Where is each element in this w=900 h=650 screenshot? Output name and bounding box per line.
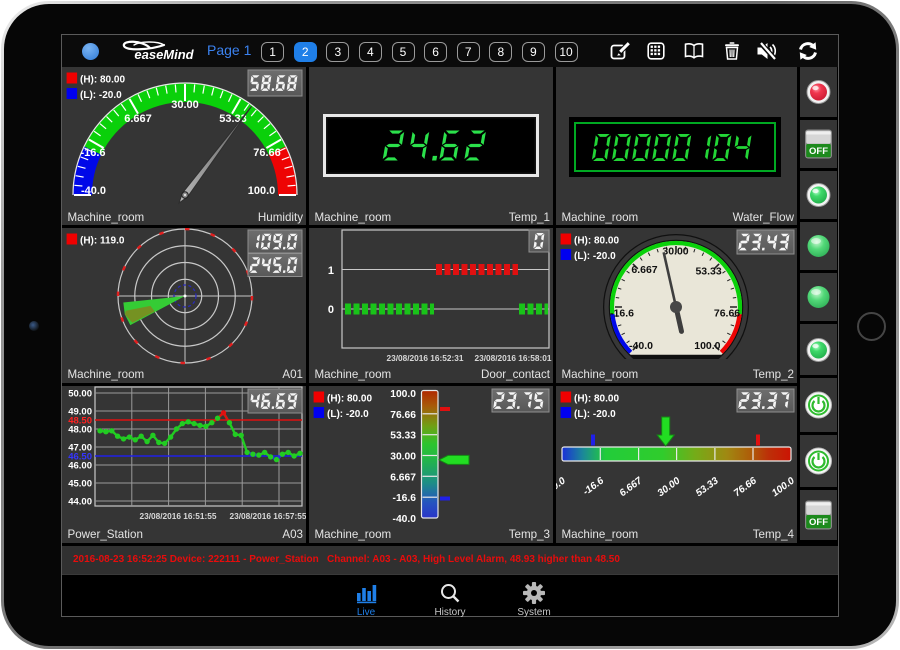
svg-text:Machine_room: Machine_room: [562, 368, 639, 381]
svg-text:-16.6: -16.6: [581, 475, 606, 498]
svg-text:76.66: 76.66: [390, 410, 416, 421]
svg-text:1: 1: [328, 265, 334, 277]
svg-text:Machine_room: Machine_room: [562, 528, 639, 541]
svg-text:100.0: 100.0: [770, 475, 797, 499]
svg-text:53.33: 53.33: [390, 431, 416, 442]
svg-text:23/08/2016 16:52:31: 23/08/2016 16:52:31: [386, 353, 463, 363]
svg-text:-16.6: -16.6: [610, 307, 634, 319]
svg-text:Power_Station: Power_Station: [68, 528, 143, 541]
svg-text:30.00: 30.00: [662, 246, 688, 258]
svg-text:6.667: 6.667: [390, 472, 416, 483]
svg-text:-40.0: -40.0: [556, 475, 568, 498]
svg-text:(H): 80.00: (H): 80.00: [327, 394, 372, 405]
svg-text:0: 0: [328, 304, 334, 316]
svg-text:(H): 80.00: (H): 80.00: [574, 236, 619, 247]
svg-text:Machine_room: Machine_room: [68, 368, 145, 381]
svg-text:(H): 80.00: (H): 80.00: [574, 394, 619, 405]
svg-text:A01: A01: [282, 368, 303, 381]
svg-text:23/08/2016 16:58:01: 23/08/2016 16:58:01: [474, 353, 551, 363]
svg-text:OFF: OFF: [809, 517, 828, 528]
svg-text:100.0: 100.0: [390, 389, 416, 400]
svg-text:Machine_room: Machine_room: [68, 211, 145, 224]
svg-text:Door_contact: Door_contact: [481, 368, 551, 381]
svg-text:(L): -20.0: (L): -20.0: [80, 90, 122, 101]
svg-text:23/08/2016 16:51:55: 23/08/2016 16:51:55: [139, 511, 216, 521]
svg-text:30.00: 30.00: [656, 475, 683, 499]
svg-text:100.0: 100.0: [694, 340, 720, 352]
svg-text:44.00: 44.00: [68, 497, 92, 508]
svg-text:45.00: 45.00: [68, 479, 92, 490]
svg-text:76.66: 76.66: [732, 475, 759, 499]
svg-text:-16.6: -16.6: [393, 493, 417, 504]
svg-text:Humidity: Humidity: [258, 211, 303, 224]
svg-text:Temp_2: Temp_2: [753, 368, 794, 381]
svg-text:50.00: 50.00: [68, 389, 92, 400]
svg-text:Temp_3: Temp_3: [509, 528, 550, 541]
svg-text:-40.0: -40.0: [393, 514, 417, 525]
svg-text:Water_Flow: Water_Flow: [733, 211, 795, 224]
svg-text:(H): 80.00: (H): 80.00: [80, 75, 125, 86]
svg-text:48.00: 48.00: [68, 425, 92, 436]
svg-text:6.667: 6.667: [631, 264, 657, 276]
svg-text:6.667: 6.667: [618, 475, 645, 499]
svg-text:(L): -20.0: (L): -20.0: [574, 409, 616, 420]
svg-text:Machine_room: Machine_room: [315, 211, 392, 224]
svg-text:23/08/2016 16:57:55: 23/08/2016 16:57:55: [229, 511, 306, 521]
svg-text:Machine_room: Machine_room: [315, 368, 392, 381]
svg-text:100.0: 100.0: [248, 185, 276, 197]
svg-text:OFF: OFF: [809, 146, 828, 157]
svg-text:-40.0: -40.0: [629, 340, 653, 352]
svg-text:46.00: 46.00: [68, 461, 92, 472]
svg-text:Temp_1: Temp_1: [509, 211, 550, 224]
svg-text:30.00: 30.00: [390, 452, 416, 463]
svg-text:A03: A03: [282, 528, 303, 541]
svg-text:Machine_room: Machine_room: [315, 528, 392, 541]
svg-text:53.33: 53.33: [694, 475, 721, 499]
svg-text:(L): -20.0: (L): -20.0: [574, 251, 616, 262]
svg-text:easeMind: easeMind: [134, 47, 194, 62]
svg-text:Machine_room: Machine_room: [562, 211, 639, 224]
svg-text:30.00: 30.00: [171, 99, 199, 111]
svg-text:76.66: 76.66: [714, 307, 740, 319]
svg-text:(H): 119.0: (H): 119.0: [80, 236, 125, 247]
svg-text:Temp_4: Temp_4: [753, 528, 795, 541]
svg-text:76.66: 76.66: [253, 147, 281, 159]
svg-text:-40.0: -40.0: [81, 185, 106, 197]
svg-text:-16.6: -16.6: [80, 147, 105, 159]
svg-text:(L): -20.0: (L): -20.0: [327, 409, 369, 420]
svg-text:53.33: 53.33: [695, 265, 721, 277]
svg-text:6.667: 6.667: [124, 113, 152, 125]
